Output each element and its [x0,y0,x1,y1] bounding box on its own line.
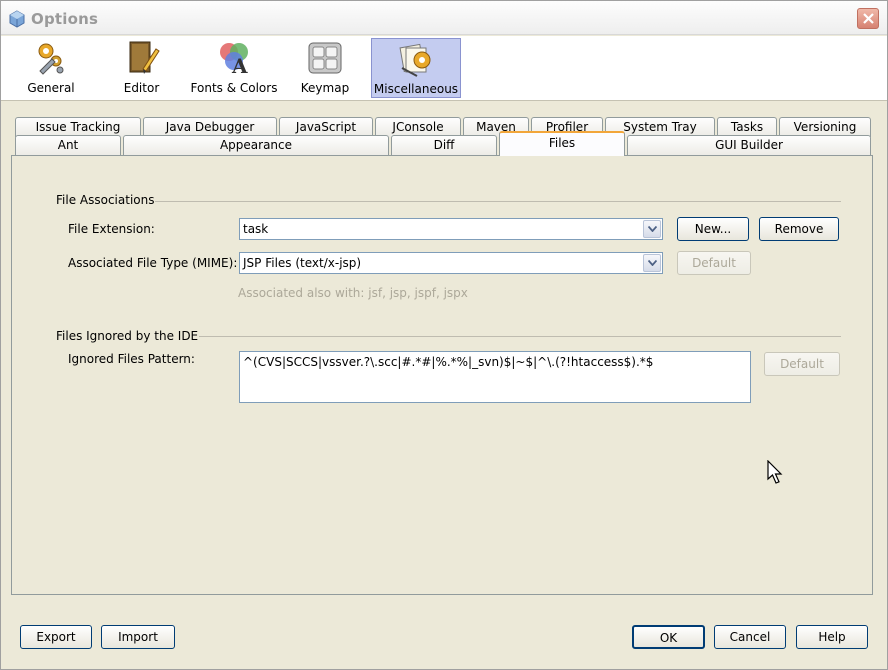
file-associations-title: File Associations [56,193,155,207]
tab-ant[interactable]: Ant [15,135,121,156]
file-extension-label: File Extension: [68,222,155,236]
dropdown-button[interactable] [643,254,661,272]
tab-diff[interactable]: Diff [391,135,497,156]
tab-tasks[interactable]: Tasks [717,117,777,137]
category-label: Miscellaneous [373,82,459,96]
section-divider [155,201,841,202]
keyboard-icon [306,39,344,77]
tab-appearance[interactable]: Appearance [123,135,389,156]
options-dialog: Options General Editor A Fonts & Colors … [0,0,888,670]
tab-gui-builder[interactable]: GUI Builder [627,135,871,156]
tab-issue-tracking[interactable]: Issue Tracking [15,117,141,137]
ignored-pattern-label: Ignored Files Pattern: [68,352,195,366]
cancel-button[interactable]: Cancel [714,625,786,649]
category-label: General [27,81,75,95]
gears-wrench-icon [32,39,70,77]
help-button[interactable]: Help [796,625,868,649]
title-bar[interactable]: Options [1,1,887,35]
category-label: Keymap [300,81,350,95]
window-title: Options [31,10,99,28]
category-label: Editor [123,81,160,95]
files-ignored-title: Files Ignored by the IDE [56,329,199,343]
tab-files[interactable]: Files [499,131,625,156]
fonts-colors-icon: A [215,39,253,78]
miscellaneous-icon [397,40,435,78]
svg-text:A: A [231,54,248,77]
tab-javascript[interactable]: JavaScript [279,117,373,137]
category-toolbar: General Editor A Fonts & Colors Keymap M… [1,36,887,101]
file-extension-combo[interactable]: task [239,218,663,240]
new-button[interactable]: New... [677,217,749,241]
import-button[interactable]: Import [101,625,175,649]
category-editor[interactable]: Editor [104,38,179,98]
mime-default-button[interactable]: Default [677,251,751,275]
file-extension-value: task [243,222,269,236]
associated-also-with-text: Associated also with: jsf, jsp, jspf, js… [238,286,468,300]
category-keymap[interactable]: Keymap [291,38,359,98]
ok-button[interactable]: OK [632,625,705,649]
book-pencil-icon [123,39,161,77]
export-button[interactable]: Export [20,625,92,649]
close-button[interactable] [857,8,879,29]
remove-button[interactable]: Remove [759,217,839,241]
tab-versioning[interactable]: Versioning [779,117,871,137]
category-general[interactable]: General [11,38,91,98]
dropdown-button[interactable] [643,220,661,238]
tab-java-debugger[interactable]: Java Debugger [143,117,277,137]
chevron-down-icon [648,226,657,232]
ignored-pattern-textarea[interactable]: ^(CVS|SCCS|vssver.?\.scc|#.*#|%.*%|_svn)… [239,351,751,403]
mime-type-value: JSP Files (text/x-jsp) [243,256,362,270]
mouse-pointer-icon [767,459,783,489]
category-miscellaneous[interactable]: Miscellaneous [371,38,461,98]
mime-type-label: Associated File Type (MIME): [68,256,238,270]
ignored-default-button[interactable]: Default [764,352,840,376]
close-icon [863,13,874,24]
netbeans-cube-icon [8,10,26,28]
mime-type-combo[interactable]: JSP Files (text/x-jsp) [239,252,663,274]
category-label: Fonts & Colors [190,81,278,95]
category-fonts-colors[interactable]: A Fonts & Colors [189,38,279,98]
section-divider [199,336,841,337]
chevron-down-icon [648,260,657,266]
tab-jconsole[interactable]: JConsole [375,117,461,137]
